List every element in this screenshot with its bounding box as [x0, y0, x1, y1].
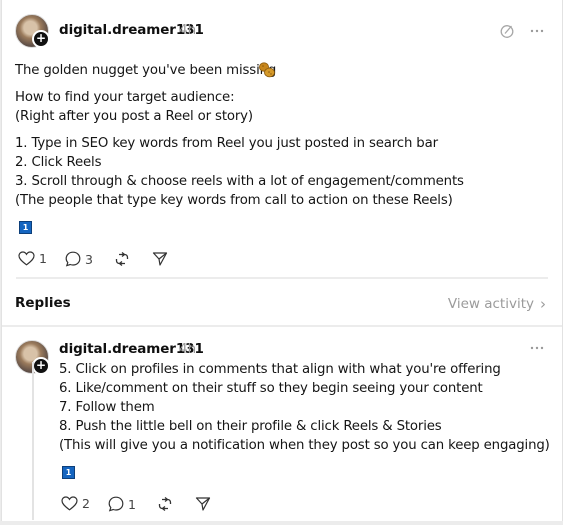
post-line: (The people that type key words from cal…: [15, 193, 453, 208]
reply-line: 5. Click on profiles in comments that al…: [59, 362, 501, 377]
heart-icon: [18, 251, 35, 266]
heart-icon: [61, 496, 78, 511]
repost-icon: [158, 496, 172, 512]
view-activity-label: View activity: [447, 296, 534, 312]
send-icon: [195, 497, 211, 511]
view-activity-link[interactable]: View activity ›: [448, 295, 546, 313]
thread-view: + digital.dreamer131 4h The golden nugge…: [1, 0, 563, 521]
like-button[interactable]: 1: [18, 251, 47, 266]
post-time: 4h: [179, 22, 197, 38]
reply-line: 7. Follow them: [59, 400, 155, 415]
reply-share-button[interactable]: [195, 496, 211, 512]
post-line: How to find your target audience:: [15, 90, 235, 105]
chevron-right-icon: ›: [540, 295, 546, 313]
section-divider: [16, 277, 548, 279]
more-icon[interactable]: [526, 338, 548, 358]
reply-comment-count: 1: [128, 496, 136, 512]
reply-like-button[interactable]: 2: [61, 496, 90, 511]
reply-line: 6. Like/comment on their stuff so they b…: [59, 381, 483, 396]
reply-repost-button[interactable]: [157, 496, 173, 512]
keycap-one-emoji: 1: [19, 221, 32, 234]
reply-line: (This will give you a notification when …: [59, 438, 550, 453]
post-line: 1. Type in SEO key words from Reel you j…: [15, 136, 438, 151]
send-icon: [152, 252, 168, 266]
more-icon[interactable]: [526, 21, 548, 41]
speech-bubble-icon: [65, 251, 81, 267]
follow-plus-icon[interactable]: +: [32, 357, 50, 375]
thread-line: [32, 362, 34, 520]
reply-time: 4h: [179, 341, 197, 357]
share-button[interactable]: [152, 251, 168, 267]
comment-button[interactable]: 3: [65, 251, 93, 267]
replies-divider: [2, 325, 562, 327]
like-count: 1: [39, 251, 47, 266]
post-line: 3. Scroll through & choose reels with a …: [15, 174, 464, 189]
reply-like-count: 2: [82, 496, 90, 511]
comment-count: 3: [85, 251, 93, 267]
speech-bubble-icon: [108, 496, 124, 512]
reply-line: 8. Push the little bell on their profile…: [59, 419, 442, 434]
repost-button[interactable]: [114, 251, 130, 267]
follow-plus-icon[interactable]: +: [32, 30, 50, 48]
reply-comment-button[interactable]: 1: [108, 496, 136, 512]
repost-icon: [115, 251, 129, 267]
peanut-emoji: [258, 61, 276, 83]
replies-label: Replies: [15, 295, 71, 311]
keycap-one-emoji: 1: [62, 466, 75, 479]
edit-icon[interactable]: [497, 21, 517, 41]
post-line: 2. Click Reels: [15, 155, 102, 170]
post-line: (Right after you post a Reel or story): [15, 109, 253, 124]
post-title-line: The golden nugget you've been missing: [15, 63, 277, 78]
